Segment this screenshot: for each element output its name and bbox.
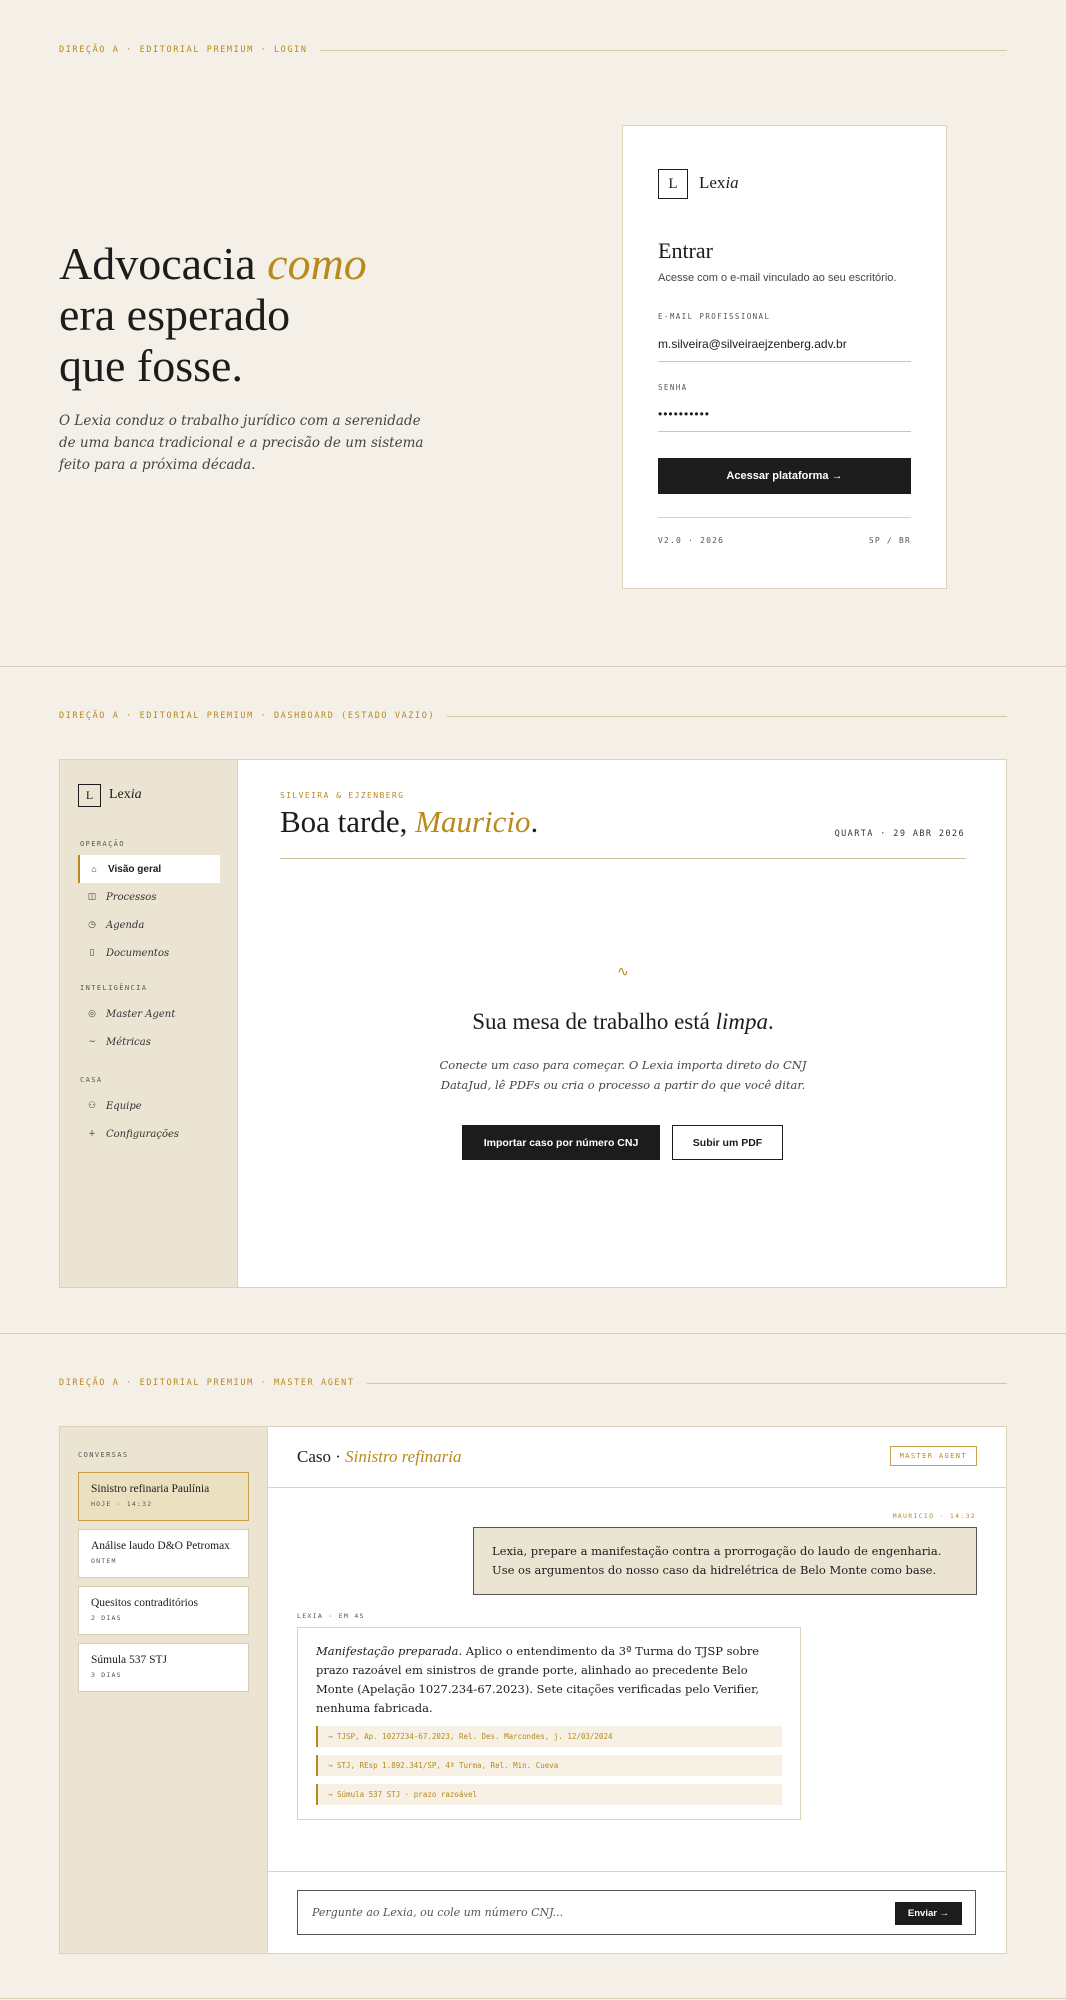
book-icon: ◫ bbox=[87, 892, 97, 902]
section-label-agent: DIREÇÃO A · EDITORIAL PREMIUM · MASTER A… bbox=[59, 1378, 1007, 1388]
password-label: SENHA bbox=[658, 383, 688, 392]
case-title: Caso · Sinistro refinaria bbox=[297, 1447, 462, 1466]
chat-input[interactable]: Pergunte ao Lexia, ou cole um número CNJ… bbox=[297, 1890, 976, 1935]
chat-input-placeholder: Pergunte ao Lexia, ou cole um número CNJ… bbox=[312, 1906, 564, 1919]
upload-pdf-button[interactable]: Subir um PDF bbox=[672, 1125, 783, 1160]
conversation-item[interactable]: Quesitos contraditórios 2 DIAS bbox=[78, 1586, 249, 1635]
trend-icon: ∼ bbox=[88, 1037, 96, 1047]
clock-icon: ◷ bbox=[88, 920, 96, 930]
section-label-login: DIREÇÃO A · EDITORIAL PREMIUM · LOGIN bbox=[59, 45, 1007, 55]
current-date: QUARTA · 29 ABR 2026 bbox=[834, 829, 965, 839]
login-description: Acesse com o e-mail vinculado ao seu esc… bbox=[658, 272, 897, 284]
plus-icon: + bbox=[88, 1129, 96, 1139]
user-icon: ⚇ bbox=[87, 1101, 97, 1111]
empty-state-title: Sua mesa de trabalho está limpa. bbox=[472, 1009, 774, 1034]
conversation-item[interactable]: Análise laudo D&O Petromax ONTEM bbox=[78, 1529, 249, 1578]
locale-label: SP / BR bbox=[868, 536, 911, 545]
hero-title-accent: como bbox=[267, 238, 367, 289]
sidebar-item-team[interactable]: ⚇ Equipe bbox=[78, 1092, 220, 1120]
card-divider bbox=[658, 517, 911, 518]
nav-group-operacao: OPERAÇÃO bbox=[80, 840, 125, 848]
header-rule bbox=[280, 858, 966, 859]
nav-group-casa: CASA bbox=[80, 1076, 103, 1084]
conversations-label: CONVERSAS bbox=[78, 1451, 129, 1459]
login-title: Entrar bbox=[658, 238, 713, 263]
login-card: L Lexia Entrar Acesse com o e-mail vincu… bbox=[622, 125, 947, 589]
section-label-dashboard: DIREÇÃO A · EDITORIAL PREMIUM · DASHBOAR… bbox=[59, 711, 1007, 721]
logo-wordmark: Lexia bbox=[109, 787, 142, 802]
ai-message: Manifestação preparada. Aplico o entendi… bbox=[297, 1627, 801, 1820]
hero-title: Advocacia como era esperado que fosse. bbox=[59, 238, 367, 391]
sidebar-item-metrics[interactable]: ∼ Métricas bbox=[78, 1028, 220, 1056]
citation[interactable]: → Súmula 537 STJ · prazo razoável bbox=[316, 1784, 782, 1805]
ai-message-text: Manifestação preparada. Aplico o entendi… bbox=[316, 1644, 760, 1715]
hero-subtitle: O Lexia conduz o trabalho jurídico com a… bbox=[59, 413, 424, 473]
document-icon: ▯ bbox=[89, 948, 95, 958]
citation[interactable]: → TJSP, Ap. 1027234-67.2023, Rel. Des. M… bbox=[316, 1726, 782, 1747]
chat-header: Caso · Sinistro refinaria MASTER AGENT bbox=[268, 1427, 1006, 1488]
squiggle-icon: ∿ bbox=[617, 963, 629, 979]
import-cnj-button[interactable]: Importar caso por número CNJ bbox=[462, 1125, 660, 1160]
master-agent-badge: MASTER AGENT bbox=[889, 1446, 977, 1466]
firm-name: SILVEIRA & EJZENBERG bbox=[280, 791, 405, 800]
sidebar-item-overview[interactable]: ⌂ Visão geral bbox=[78, 855, 220, 883]
home-icon: ⌂ bbox=[91, 864, 97, 874]
conversations-sidebar: CONVERSAS Sinistro refinaria Paulínia HO… bbox=[60, 1427, 268, 1953]
dashboard-window: L Lexia OPERAÇÃO ⌂ Visão geral ◫ Processos… bbox=[59, 759, 1007, 1288]
empty-state-description: Conecte um caso para começar. O Lexia im… bbox=[439, 1058, 807, 1092]
target-icon: ◎ bbox=[88, 1009, 96, 1019]
nav-group-inteligencia: INTELIGÊNCIA bbox=[80, 984, 148, 992]
sidebar: L Lexia OPERAÇÃO ⌂ Visão geral ◫ Processos… bbox=[60, 760, 238, 1287]
sidebar-item-settings[interactable]: + Configurações bbox=[78, 1120, 220, 1148]
section-divider bbox=[0, 1998, 1066, 1999]
greeting: Boa tarde, Mauricio. bbox=[280, 804, 539, 839]
send-button[interactable]: Enviar → bbox=[895, 1902, 962, 1925]
section-divider bbox=[0, 666, 1066, 667]
logo-mark: L bbox=[658, 169, 688, 199]
user-name: Mauricio bbox=[415, 804, 531, 839]
version-label: V2.0 · 2026 bbox=[658, 536, 725, 545]
sidebar-item-agenda[interactable]: ◷ Agenda bbox=[78, 911, 220, 939]
password-field[interactable]: •••••••••• bbox=[658, 407, 911, 432]
sidebar-item-processes[interactable]: ◫ Processos bbox=[78, 883, 220, 911]
logo-wordmark: Lexia bbox=[699, 173, 739, 192]
citation[interactable]: → STJ, REsp 1.892.341/SP, 4ª Turma, Rel.… bbox=[316, 1755, 782, 1776]
logo-mark: L bbox=[78, 784, 101, 807]
conversation-item[interactable]: Súmula 537 STJ 3 DIAS bbox=[78, 1643, 249, 1692]
sidebar-item-documents[interactable]: ▯ Documentos bbox=[78, 939, 220, 967]
user-message-meta: MAURICIO · 14:32 bbox=[892, 1512, 976, 1520]
sidebar-item-master-agent[interactable]: ◎ Master Agent bbox=[78, 1000, 220, 1028]
ai-message-meta: LEXIA · EM 4S bbox=[297, 1612, 365, 1620]
conversation-item[interactable]: Sinistro refinaria Paulínia HOJE · 14:32 bbox=[78, 1472, 249, 1521]
section-divider bbox=[0, 1333, 1066, 1334]
composer: Pergunte ao Lexia, ou cole um número CNJ… bbox=[268, 1871, 1006, 1953]
agent-window: CONVERSAS Sinistro refinaria Paulínia HO… bbox=[59, 1426, 1007, 1954]
email-field[interactable]: m.silveira@silveiraejzenberg.adv.br bbox=[658, 337, 911, 362]
login-submit-button[interactable]: Acessar plataforma → bbox=[658, 458, 911, 494]
user-message: Lexia, prepare a manifestação contra a p… bbox=[473, 1527, 977, 1595]
email-label: E-MAIL PROFISSIONAL bbox=[658, 312, 771, 321]
